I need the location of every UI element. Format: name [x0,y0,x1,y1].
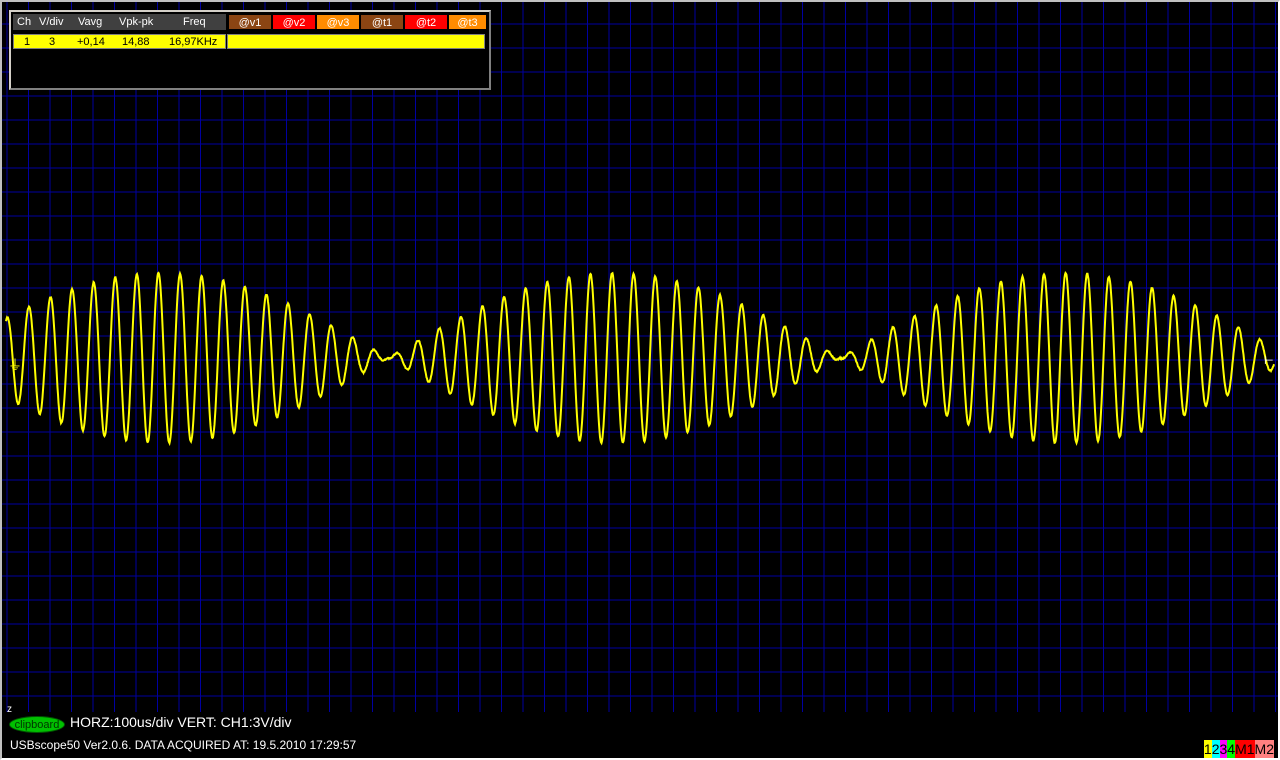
status-line: USBscope50 Ver2.0.6. DATA ACQUIRED AT: 1… [10,738,356,752]
legend-item-2[interactable]: 2 [1212,740,1220,758]
channel-1-measurement-row[interactable]: 1 3 +0,14 14,88 16,97KHz [13,34,226,49]
cursor-t3-button[interactable]: @t3 [448,14,487,30]
clipboard-button[interactable]: clipboard [9,716,65,733]
col-ch: Ch [17,14,31,30]
row-vpkpk: 14,88 [122,35,150,50]
row-vavg: +0,14 [77,35,105,50]
cursor-t2-button[interactable]: @t2 [404,14,448,30]
row-ch: 1 [24,35,30,50]
col-freq: Freq [183,14,206,30]
legend-item-m1[interactable]: M1 [1235,740,1254,758]
scope-display[interactable]: ⏚ ⊢ [2,2,1278,758]
col-vpkpk: Vpk-pk [119,14,153,30]
channel-legend[interactable]: 1 2 3 4 M1 M2 [1204,740,1274,758]
measurement-columns: Ch V/div Vavg Vpk-pk Freq [13,14,226,30]
legend-item-1[interactable]: 1 [1204,740,1212,758]
cursor-t1-button[interactable]: @t1 [360,14,404,30]
row-vdiv: 3 [49,35,55,50]
zoom-marker: z [7,704,12,715]
channel-1-trace [6,273,1274,443]
legend-item-4[interactable]: 4 [1227,740,1235,758]
cursor-values-row [227,34,485,49]
col-vdiv: V/div [39,14,63,30]
trigger-marker-icon[interactable]: ⊢ [1264,354,1274,367]
measurement-panel: Ch V/div Vavg Vpk-pk Freq @v1 @v2 @v3 @t… [9,10,491,90]
legend-item-3[interactable]: 3 [1220,740,1228,758]
cursor-v1-button[interactable]: @v1 [228,14,272,30]
col-vavg: Vavg [78,14,102,30]
timebase-label: HORZ:100us/div VERT: CH1:3V/div [70,714,292,730]
scope-window: ⏚ ⊢ Ch V/div Vavg Vpk-pk Freq @v1 @v2 @v3… [0,0,1280,760]
legend-item-m2[interactable]: M2 [1255,740,1274,758]
cursor-v2-button[interactable]: @v2 [272,14,316,30]
cursor-v3-button[interactable]: @v3 [316,14,360,30]
row-freq: 16,97KHz [169,35,217,50]
measurement-header: Ch V/div Vavg Vpk-pk Freq @v1 @v2 @v3 @t… [13,14,487,31]
ground-marker-icon[interactable]: ⏚ [8,358,22,374]
